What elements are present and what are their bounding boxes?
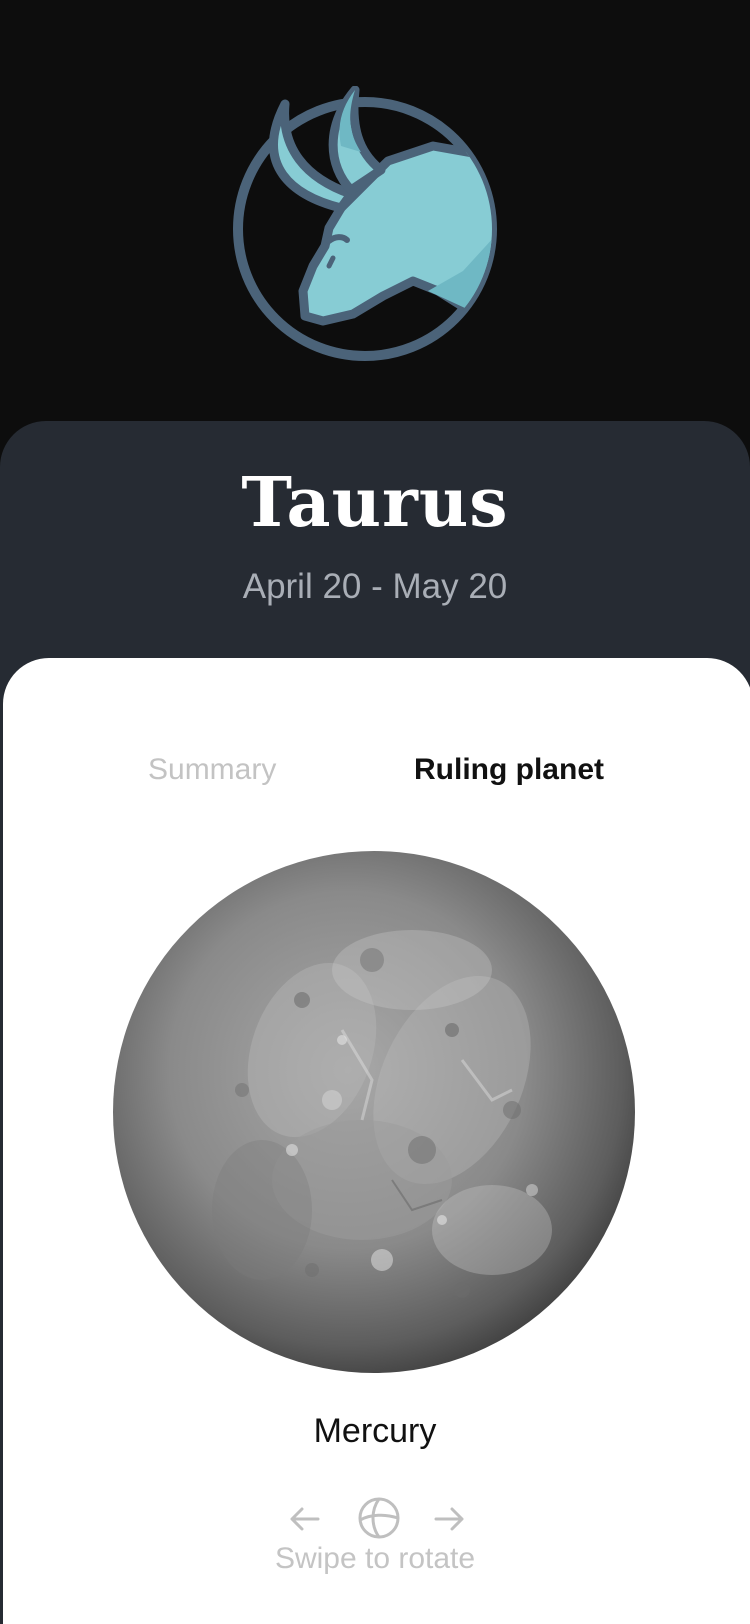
arrow-right-icon[interactable] xyxy=(432,1504,466,1539)
mercury-globe[interactable] xyxy=(112,850,636,1374)
sign-title: Taurus xyxy=(241,463,509,543)
rotate-controls xyxy=(0,1496,750,1544)
tab-summary[interactable]: Summary xyxy=(148,748,276,792)
tab-ruling-planet[interactable]: Ruling planet xyxy=(414,748,604,792)
globe-icon xyxy=(357,1496,401,1545)
sign-date-range: April 20 - May 20 xyxy=(242,567,508,606)
taurus-bull-icon xyxy=(233,85,513,376)
zodiac-detail-screen: Taurus April 20 - May 20 Summary Ruling … xyxy=(0,0,750,1624)
planet-name: Mercury xyxy=(313,1412,437,1450)
arrow-left-icon[interactable] xyxy=(288,1504,322,1539)
swipe-hint: Swipe to rotate xyxy=(274,1542,476,1575)
tab-bar: Summary Ruling planet xyxy=(0,748,750,792)
